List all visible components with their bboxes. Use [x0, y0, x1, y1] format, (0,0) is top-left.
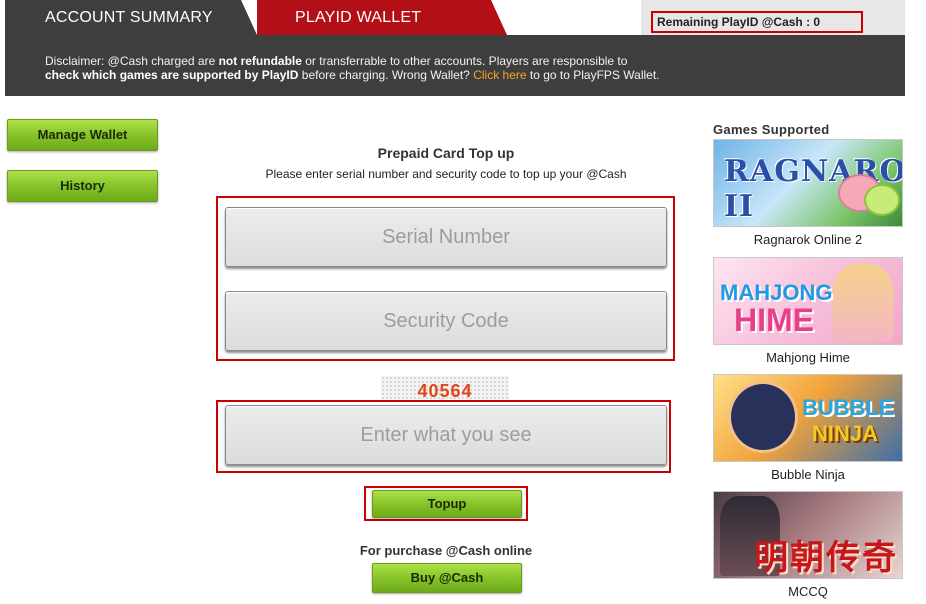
tab-playid-wallet-label: PLAYID WALLET — [295, 9, 422, 26]
game-name: MCCQ — [788, 584, 828, 599]
bubble-ninja-banner-image[interactable]: BUBBLE NINJA — [713, 374, 903, 462]
mccq-logo: 明朝传奇 — [754, 538, 898, 578]
poring-green-icon — [864, 184, 900, 216]
buy-cash-button[interactable]: Buy @Cash — [372, 563, 522, 593]
ninja-logo: NINJA — [812, 421, 879, 446]
tab-account-summary-label: ACCOUNT SUMMARY — [45, 9, 213, 26]
hime-logo: HIME — [734, 302, 814, 338]
disclaimer-part: to go to PlayFPS Wallet. — [526, 68, 660, 82]
tab-account-summary[interactable]: ACCOUNT SUMMARY — [5, 0, 257, 35]
playfps-wallet-link[interactable]: Click here — [473, 68, 526, 82]
game-name: Mahjong Hime — [766, 350, 850, 365]
disclaimer-text: Disclaimer: @Cash charged are not refund… — [45, 54, 865, 82]
game-name: Ragnarok Online 2 — [753, 232, 863, 247]
tab-corner — [241, 0, 257, 35]
game-card-mccq[interactable]: 明朝传奇 MCCQ — [713, 491, 903, 599]
history-button[interactable]: History — [7, 170, 158, 202]
disclaimer-bold: check which games are supported by PlayI… — [45, 68, 299, 82]
security-code-input[interactable] — [225, 291, 667, 351]
mccq-banner-image[interactable]: 明朝传奇 — [713, 491, 903, 579]
bubble-logo: BUBBLE — [802, 395, 894, 420]
ninja-character-icon — [728, 381, 798, 453]
anime-girl-icon — [832, 264, 894, 342]
disclaimer-bold: not refundable — [218, 54, 302, 68]
form-subtitle: Please enter serial number and security … — [265, 167, 627, 181]
purchase-label: For purchase @Cash online — [359, 543, 533, 558]
top-tab-bar: ACCOUNT SUMMARY PLAYID WALLET Remaining … — [5, 0, 905, 35]
game-card-mahjong-hime[interactable]: MAHJONG HIME Mahjong Hime — [713, 257, 903, 365]
game-card-ragnarok[interactable]: RAGNAROK II Ragnarok Online 2 — [713, 139, 903, 247]
tab-corner — [491, 0, 507, 35]
disclaimer-part: or transferrable to other accounts. Play… — [301, 54, 628, 68]
captcha-input[interactable] — [225, 405, 667, 465]
captcha-image: 40564 — [381, 376, 509, 401]
mahjong-hime-banner-image[interactable]: MAHJONG HIME — [713, 257, 903, 345]
ragnarok-banner-image[interactable]: RAGNAROK II — [713, 139, 903, 227]
form-title: Prepaid Card Top up — [377, 145, 515, 161]
tab-playid-wallet[interactable]: PLAYID WALLET — [257, 0, 507, 35]
remaining-cash-panel: Remaining PlayID @Cash : 0 — [641, 0, 905, 35]
disclaimer-part: before charging. Wrong Wallet? — [298, 68, 474, 82]
serial-number-input[interactable] — [225, 207, 667, 267]
remaining-cash-badge: Remaining PlayID @Cash : 0 — [651, 11, 863, 33]
disclaimer-part: Disclaimer: @Cash charged are — [45, 54, 219, 68]
game-name: Bubble Ninja — [771, 467, 845, 482]
disclaimer-banner: Disclaimer: @Cash charged are not refund… — [5, 35, 905, 96]
game-card-bubble-ninja[interactable]: BUBBLE NINJA Bubble Ninja — [713, 374, 903, 482]
games-supported-title: Games Supported — [713, 122, 830, 137]
manage-wallet-button[interactable]: Manage Wallet — [7, 119, 158, 151]
topup-button[interactable]: Topup — [372, 490, 522, 518]
